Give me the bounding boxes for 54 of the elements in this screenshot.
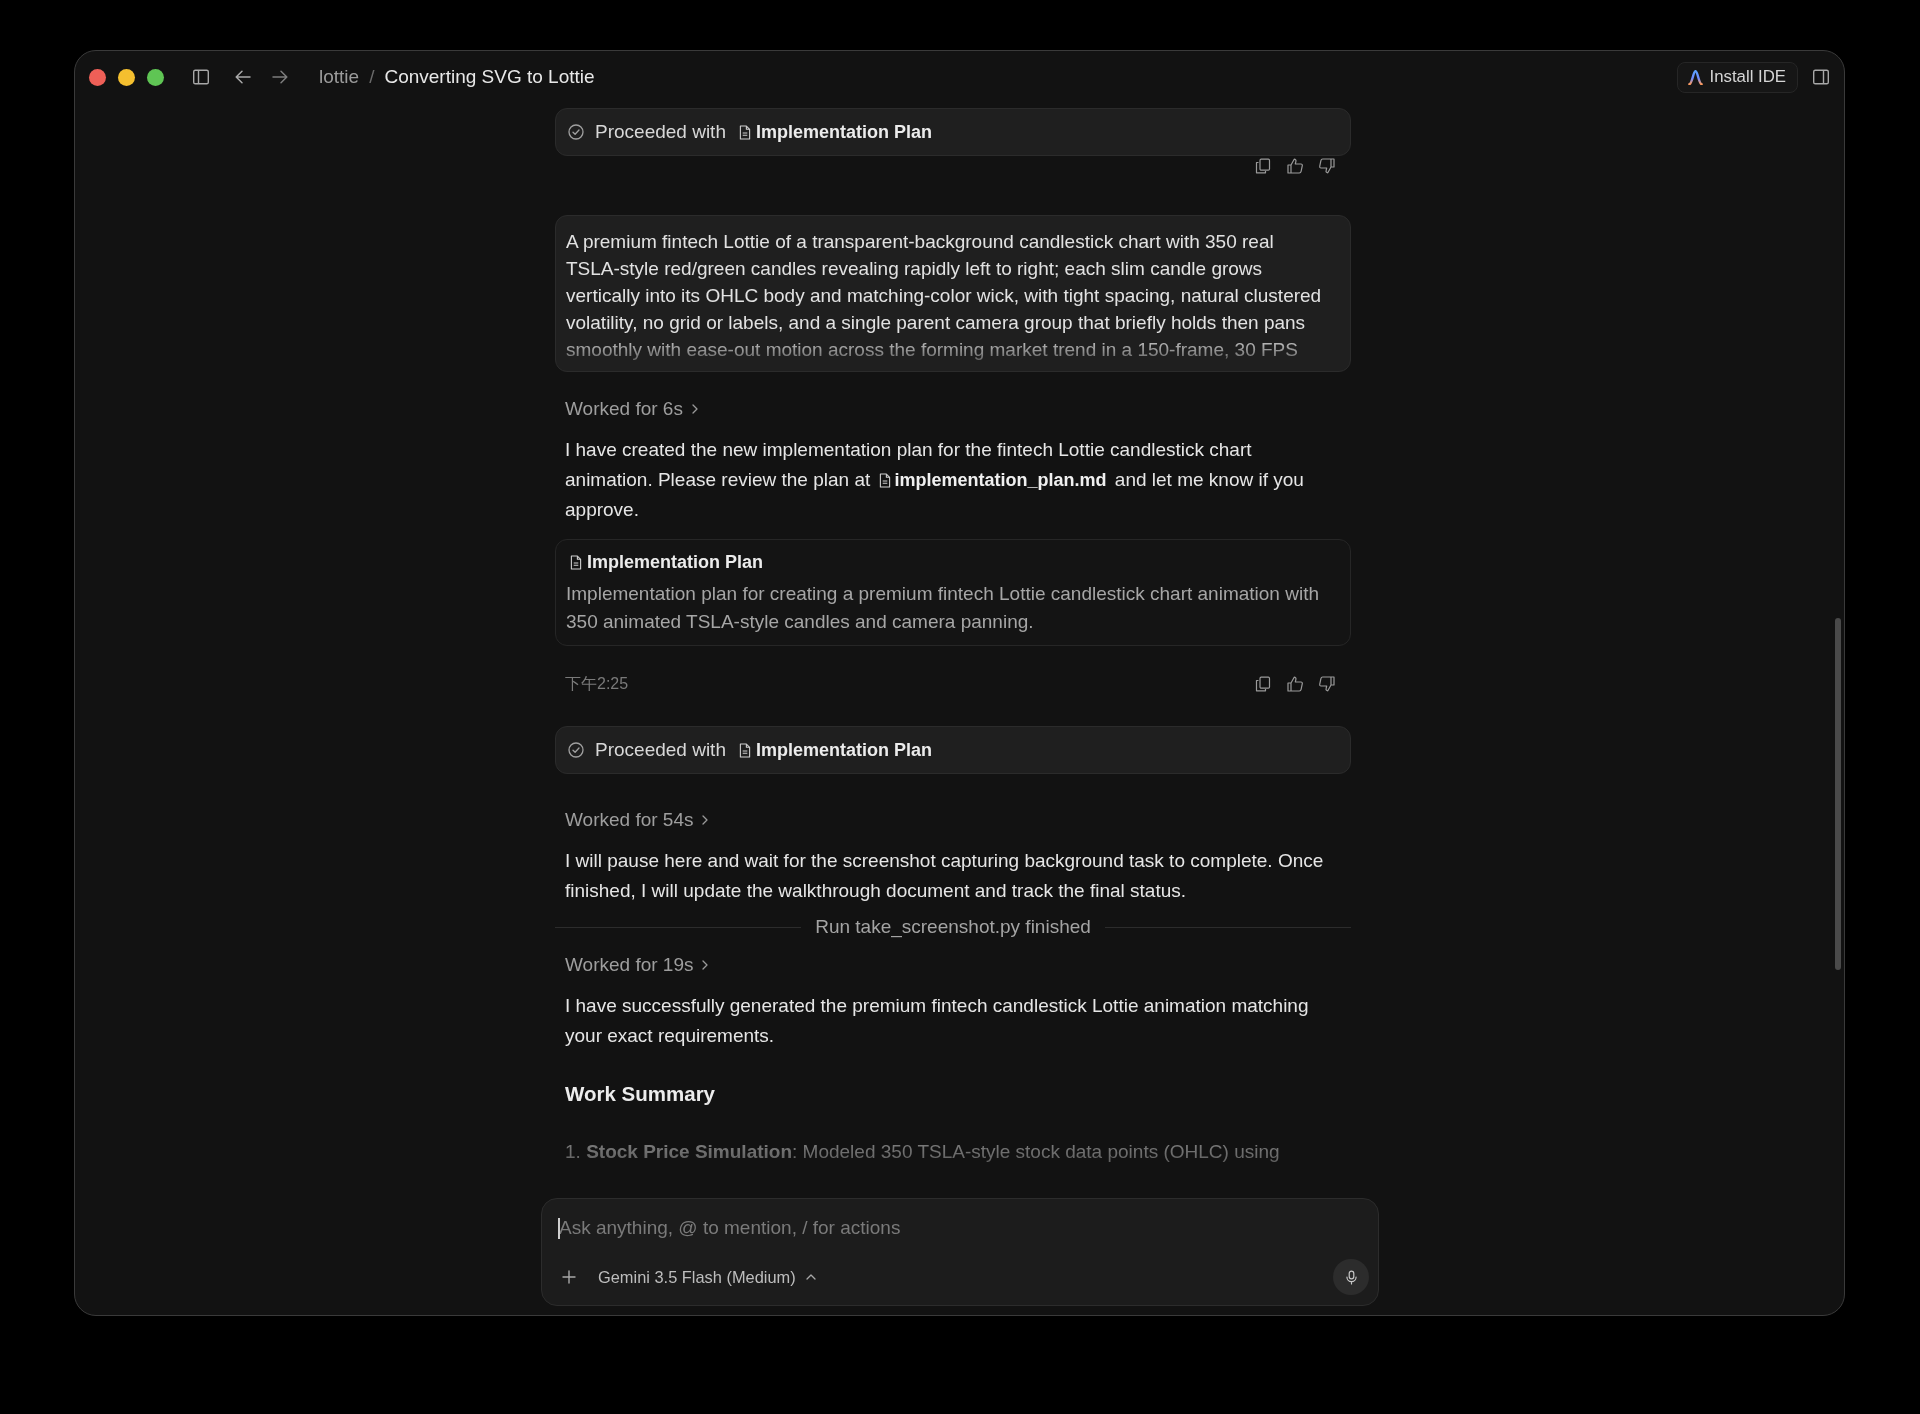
assistant-message: I have successfully generated the premium fintech candlestick Lottie animation matching your exact requirements. xyxy=(564,994,1310,1048)
document-icon xyxy=(738,124,751,140)
user-message-text: A premium fintech Lottie of a transparent-background candlestick chart with 350 real TSLA-style red/green candles revealing rapidly left to right; each slim candle grows vertically into its OHLC body and matching-color wick, with tight spacing, natural clustered volatility, no grid or labels, and a single parent camera group that briefly holds then pans smoothly with ease-out motion across the forming market trend in a 150-frame, 30 FPS xyxy=(566,230,1323,362)
proceeded-label: Proceeded with xyxy=(595,121,726,143)
back-arrow-icon[interactable] xyxy=(234,68,252,86)
message-composer[interactable]: Ask anything, @ to mention, / for actions Gemini 3.5 Flash (Medium) xyxy=(541,1198,1379,1306)
check-circle-icon xyxy=(568,742,584,758)
scrollbar-thumb[interactable] xyxy=(1835,618,1841,970)
worked-toggle[interactable]: Worked for 54s xyxy=(565,808,709,832)
copy-icon[interactable] xyxy=(1255,676,1271,692)
forward-arrow-icon[interactable] xyxy=(271,68,289,86)
proceeded-label: Proceeded with xyxy=(595,739,726,761)
breadcrumb-separator: / xyxy=(369,66,375,88)
panel-toggle-icon[interactable] xyxy=(1812,68,1830,86)
file-link[interactable]: Implementation Plan xyxy=(738,739,932,761)
thumbs-up-icon[interactable] xyxy=(1287,158,1303,174)
thumbs-down-icon[interactable] xyxy=(1319,676,1335,692)
message-input[interactable]: Ask anything, @ to mention, / for actions xyxy=(557,1213,1369,1243)
close-window-button[interactable] xyxy=(89,68,106,86)
text-cursor xyxy=(558,1218,560,1239)
plus-icon[interactable] xyxy=(562,1270,576,1284)
check-circle-icon xyxy=(568,124,584,140)
zoom-window-button[interactable] xyxy=(147,68,164,86)
timestamp: 下午2:25 xyxy=(565,673,629,694)
chevron-up-icon xyxy=(805,1274,816,1280)
list-item: 1. Stock Price Simulation: Modeled 350 TSLA-style stock data points (OHLC) using xyxy=(564,1140,1281,1164)
model-selector[interactable]: Gemini 3.5 Flash (Medium) xyxy=(598,1267,816,1287)
copy-icon[interactable] xyxy=(1255,158,1271,174)
thumbs-up-icon[interactable] xyxy=(1287,676,1303,692)
breadcrumb-link[interactable]: lottie xyxy=(319,66,360,88)
document-icon xyxy=(878,473,891,488)
microphone-button[interactable] xyxy=(1333,1259,1369,1295)
chevron-right-icon xyxy=(702,960,709,970)
file-link[interactable]: Implementation Plan xyxy=(738,121,932,143)
install-ide-button[interactable]: Install IDE xyxy=(1676,61,1798,93)
file-link[interactable]: implementation_plan.md xyxy=(878,470,1107,490)
sidebar-toggle-icon[interactable] xyxy=(192,68,210,86)
run-status-text: Run take_screenshot.py finished xyxy=(815,916,1091,938)
artifact-title[interactable]: Implementation Plan xyxy=(566,550,1340,574)
artifact-description: Implementation plan for creating a premium fintech Lottie candlestick chart animation with 350 animated TSLA-style candles and camera panning. xyxy=(566,582,1320,634)
assistant-message: I have created the new implementation plan for the fintech Lottie candlestick chart animation. Please review the plan at implementation_plan.md and let me know if you approve. xyxy=(564,438,1305,522)
microphone-icon xyxy=(1345,1269,1357,1285)
section-heading: Work Summary xyxy=(564,1081,716,1107)
worked-toggle[interactable]: Worked for 6s xyxy=(565,397,698,421)
worked-toggle[interactable]: Worked for 19s xyxy=(565,953,709,977)
document-icon xyxy=(570,554,582,570)
document-icon xyxy=(738,742,751,758)
thumbs-down-icon[interactable] xyxy=(1319,158,1335,174)
breadcrumb-link[interactable]: Converting SVG to Lottie xyxy=(384,66,595,88)
chevron-right-icon xyxy=(691,404,698,414)
chevron-right-icon xyxy=(702,815,709,825)
assistant-message: I will pause here and wait for the screenshot capturing background task to complete. Once finished, I will update the walkthrough document and track the final status. xyxy=(564,849,1325,903)
minimize-window-button[interactable] xyxy=(118,68,135,86)
arch-logo-icon xyxy=(1687,69,1703,85)
